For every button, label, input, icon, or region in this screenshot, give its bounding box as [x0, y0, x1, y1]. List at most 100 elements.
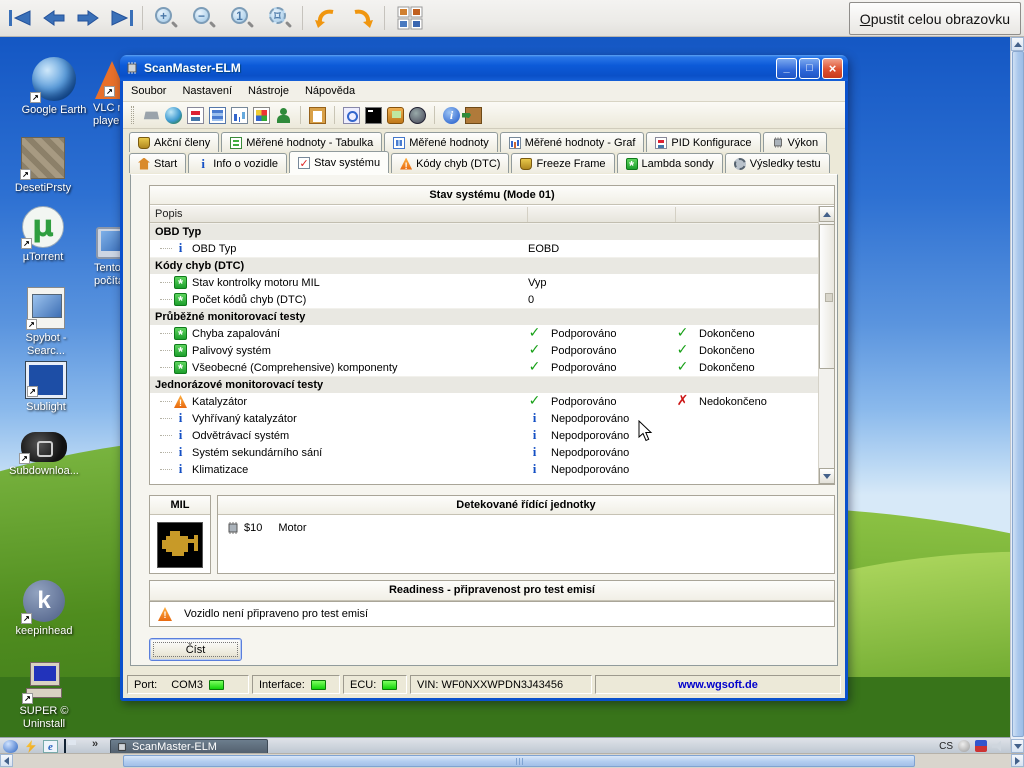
table-group-row[interactable]: Průběžné monitorovací testy: [150, 308, 818, 325]
table-row[interactable]: Chyba zapalováníPodporovánoDokončeno: [150, 325, 818, 342]
scrollbar-thumb[interactable]: [1012, 51, 1024, 737]
globe-icon[interactable]: [165, 107, 182, 124]
redo-icon[interactable]: [348, 4, 376, 32]
connect-icon[interactable]: [143, 107, 160, 124]
tab-vykon[interactable]: Výkon: [763, 132, 828, 152]
menu-nastroje[interactable]: Nástroje: [240, 82, 297, 100]
table-group-row[interactable]: Kódy chyb (DTC): [150, 257, 818, 274]
tab-lambda-sondy[interactable]: Lambda sondy: [617, 153, 723, 173]
close-button[interactable]: ×: [822, 58, 843, 79]
zoom-in-icon[interactable]: +: [152, 4, 180, 32]
tile-view-icon[interactable]: [396, 4, 424, 32]
desktop-icon-keepinhead[interactable]: k↗ keepinhead: [1, 580, 87, 638]
table-group-row[interactable]: OBD Typ: [150, 223, 818, 240]
window-titlebar[interactable]: ScanMaster-ELM _ □ ×: [120, 55, 848, 81]
exit-icon[interactable]: [465, 107, 482, 124]
tab-merene-hodnoty[interactable]: Měřené hodnoty: [384, 132, 498, 152]
winamp-icon[interactable]: [23, 740, 38, 753]
scroll-left-icon[interactable]: [0, 754, 13, 767]
scroll-up-icon[interactable]: [819, 206, 835, 222]
table-row[interactable]: Systém sekundárního sáníNepodporováno: [150, 444, 818, 461]
next-page-icon[interactable]: [74, 4, 102, 32]
tab-pid-konfigurace[interactable]: PID Konfigurace: [646, 132, 760, 152]
values-chart-icon[interactable]: [231, 107, 248, 124]
table-row[interactable]: Stav kontrolky motoru MILVyp: [150, 274, 818, 291]
tab-vysledky-testu[interactable]: Výsledky testu: [725, 153, 830, 173]
exit-fullscreen-button[interactable]: Opustit celou obrazovku: [849, 2, 1021, 35]
table-row[interactable]: Vyhřívaný katalyzátorNepodporováno: [150, 410, 818, 427]
viewer-horizontal-scrollbar[interactable]: [0, 753, 1024, 768]
search-window-icon[interactable]: [343, 107, 360, 124]
desktop-icon-subdownloader[interactable]: ↗ Subdownloa...: [1, 432, 87, 478]
vnc-icon[interactable]: [975, 740, 987, 752]
zoom-100-icon[interactable]: 1: [228, 4, 256, 32]
user-icon[interactable]: [275, 107, 292, 124]
graph-window-icon[interactable]: [253, 107, 270, 124]
desktop-icon-desetiprsty[interactable]: ↗ DesetiPrsty: [0, 137, 86, 195]
undo-icon[interactable]: [312, 4, 340, 32]
desktop-icon-spybot[interactable]: ↗ Spybot - Searc...: [3, 287, 89, 358]
hidden-icons-icon[interactable]: [958, 740, 970, 752]
table-row[interactable]: Počet kódů chyb (DTC)0: [150, 291, 818, 308]
table-row[interactable]: Odvětrávací systémNepodporováno: [150, 427, 818, 444]
scrollbar-thumb[interactable]: [123, 755, 915, 767]
tab-start[interactable]: Start: [129, 153, 186, 173]
volume-icon[interactable]: [992, 740, 1004, 752]
menu-soubor[interactable]: Soubor: [123, 82, 174, 100]
column-popis[interactable]: Popis: [150, 207, 528, 222]
tab-stav-systemu[interactable]: Stav systému: [289, 151, 389, 173]
terminal-icon[interactable]: [365, 107, 382, 124]
read-button[interactable]: Číst: [149, 638, 242, 661]
desktop-icon-sublight[interactable]: ↗ Sublight: [3, 362, 89, 414]
tab-info-o-vozidle[interactable]: Info o vozidle: [188, 153, 287, 173]
column-status-1[interactable]: [528, 207, 676, 222]
column-status-2[interactable]: [676, 207, 818, 222]
scrollbar-thumb[interactable]: [819, 224, 835, 369]
scroll-up-icon[interactable]: [1011, 37, 1024, 51]
tab-merene-hodnoty-tabulka[interactable]: Měřené hodnoty - Tabulka: [221, 132, 382, 152]
table-column-header[interactable]: Popis: [150, 206, 834, 223]
shortcut-arrow-icon: ↗: [26, 319, 37, 330]
table-row[interactable]: KlimatizaceNepodporováno: [150, 461, 818, 478]
menu-napoveda[interactable]: Nápověda: [297, 82, 363, 100]
wgsoft-link[interactable]: www.wgsoft.de: [595, 675, 841, 694]
last-page-icon[interactable]: [108, 4, 136, 32]
desktop-icon-utorrent[interactable]: µ↗ µTorrent: [0, 206, 86, 264]
table-row[interactable]: Palivový systémPodporovánoDokončeno: [150, 342, 818, 359]
pid-document-icon[interactable]: [187, 107, 204, 124]
previous-page-icon[interactable]: [40, 4, 68, 32]
first-page-icon[interactable]: [6, 4, 34, 32]
app-icon[interactable]: [3, 740, 18, 753]
ecu-list-item[interactable]: $10 Motor: [226, 522, 306, 534]
taskbar-button-scanmaster[interactable]: ScanMaster-ELM: [110, 739, 268, 753]
table-row[interactable]: OBD TypEOBD: [150, 240, 818, 257]
tab-freeze-frame[interactable]: Freeze Frame: [511, 153, 614, 173]
table-vertical-scrollbar[interactable]: [818, 206, 834, 484]
device-icon[interactable]: [387, 107, 404, 124]
menu-nastaveni[interactable]: Nastavení: [174, 82, 240, 100]
viewer-vertical-scrollbar[interactable]: [1010, 37, 1024, 753]
internet-explorer-icon[interactable]: e: [43, 740, 58, 753]
info-icon[interactable]: i: [443, 107, 460, 124]
clipboard-icon[interactable]: [309, 107, 326, 124]
table-group-row[interactable]: Jednorázové monitorovací testy: [150, 376, 818, 393]
values-table-icon[interactable]: [209, 107, 226, 124]
scroll-down-icon[interactable]: [819, 468, 835, 484]
table-row[interactable]: Všeobecné (Comprehensive) komponentyPodp…: [150, 359, 818, 376]
quick-launch-overflow[interactable]: »: [92, 738, 98, 750]
scroll-right-icon[interactable]: [1011, 754, 1024, 767]
minimize-button[interactable]: _: [776, 58, 797, 79]
gauge-icon[interactable]: [409, 107, 426, 124]
save-icon[interactable]: [64, 739, 66, 753]
desktop-icon-super-uninstall[interactable]: ↗ SUPER © Uninstall: [1, 662, 87, 731]
tab-merene-hodnoty-graf[interactable]: Měřené hodnoty - Graf: [500, 132, 645, 152]
language-indicator[interactable]: CS: [939, 741, 953, 752]
asterisk-icon: [174, 276, 187, 289]
zoom-out-icon[interactable]: −: [190, 4, 218, 32]
zoom-fit-icon[interactable]: ⌑: [266, 4, 294, 32]
maximize-button[interactable]: □: [799, 58, 820, 79]
scroll-down-icon[interactable]: [1011, 739, 1024, 753]
table-row[interactable]: KatalyzátorPodporovánoNedokončeno: [150, 393, 818, 410]
tab-akcni-cleny[interactable]: Akční členy: [129, 132, 219, 152]
tab-kody-chyb-dtc[interactable]: Kódy chyb (DTC): [391, 153, 509, 173]
